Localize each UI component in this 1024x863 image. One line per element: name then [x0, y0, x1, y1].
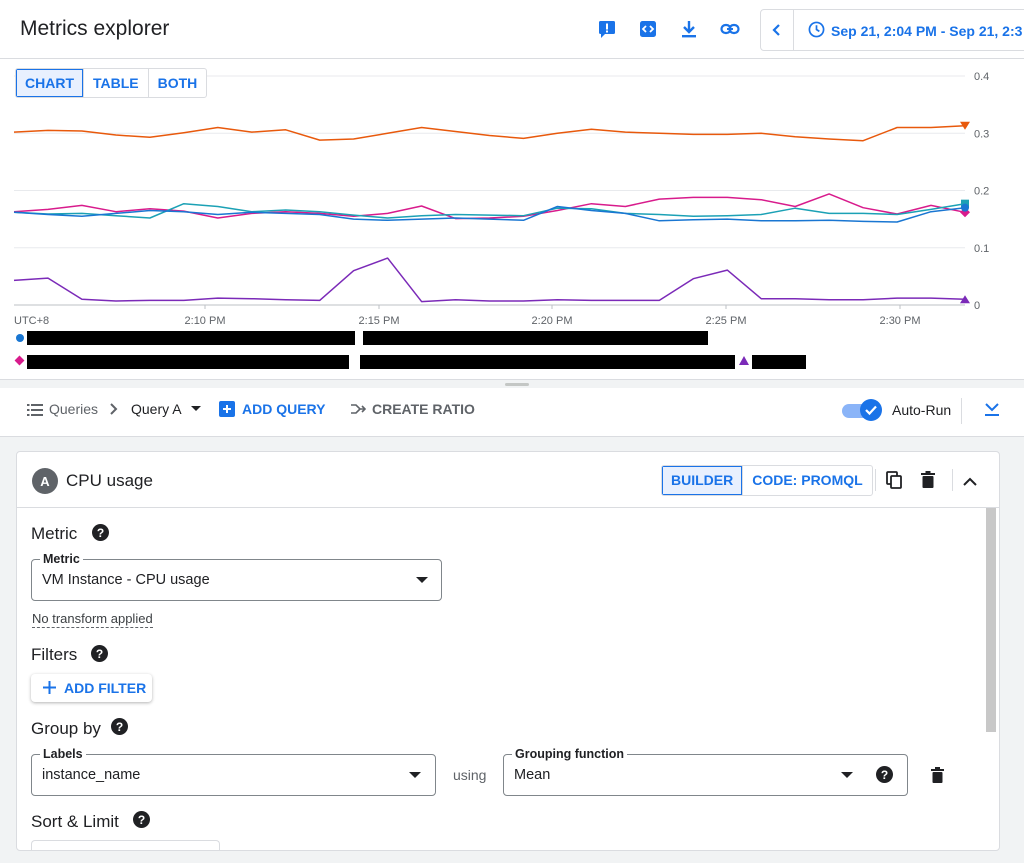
help-icon[interactable]: ? [92, 524, 109, 541]
help-icon[interactable]: ? [876, 766, 893, 783]
add-filter-label: ADD FILTER [64, 680, 147, 696]
queries-breadcrumb[interactable]: Queries [49, 401, 98, 417]
link-icon[interactable] [719, 18, 741, 40]
transform-link[interactable]: No transform applied [32, 611, 153, 628]
collapse-panel-icon[interactable] [983, 400, 1001, 423]
labels-value: instance_name [42, 767, 141, 783]
help-icon[interactable]: ? [111, 718, 128, 735]
auto-run-toggle[interactable] [842, 399, 882, 421]
query-title: CPU usage [66, 471, 153, 490]
check-icon [860, 399, 882, 421]
y-tick-label: 0 [974, 300, 980, 312]
code-promql-tab[interactable]: CODE: PROMQL [743, 466, 871, 495]
divider [875, 469, 876, 491]
query-card-header: A CPU usage BUILDER CODE: PROMQL [17, 452, 999, 508]
copy-icon[interactable] [886, 471, 902, 494]
help-icon[interactable]: ? [133, 811, 150, 828]
x-tick-label: UTC+8 [14, 315, 49, 327]
labels-select[interactable]: Labels instance_name [31, 747, 436, 796]
legend-label-redacted [360, 355, 735, 369]
legend-label-redacted [27, 331, 355, 345]
current-query-selector[interactable]: Query A [131, 401, 182, 417]
time-range-label: Sep 21, 2:04 PM - Sep 21, 2:3 [831, 23, 1023, 39]
x-tick-label: 2:30 PM [880, 315, 921, 327]
legend-marker-triangle [739, 356, 749, 365]
scrollbar-thumb[interactable] [986, 508, 996, 732]
plus-icon [43, 681, 56, 699]
legend-label-redacted [27, 355, 349, 369]
x-tick-label: 2:20 PM [532, 315, 573, 327]
metric-section-title: Metric [31, 524, 78, 543]
chevron-right-icon [108, 402, 118, 421]
chart-view-button[interactable]: CHART [16, 69, 84, 97]
grouping-field-label: Grouping function [512, 747, 628, 761]
builder-tab[interactable]: BUILDER [662, 466, 744, 495]
sort-limit-field-partial[interactable] [31, 840, 220, 850]
query-card: A CPU usage BUILDER CODE: PROMQL Metric … [16, 451, 1000, 851]
metric-select[interactable]: Metric VM Instance - CPU usage [31, 552, 442, 601]
grouping-function-select[interactable]: Grouping function Mean ? [503, 747, 908, 796]
both-view-button[interactable]: BOTH [149, 69, 207, 97]
query-bar: Queries Query A ADD QUERY CREATE RATIO A… [0, 388, 1024, 437]
metric-value: VM Instance - CPU usage [42, 572, 210, 588]
y-tick-label: 0.3 [974, 128, 989, 140]
y-tick-label: 0.1 [974, 243, 989, 255]
delete-icon[interactable] [931, 767, 944, 788]
dropdown-arrow-icon[interactable] [191, 406, 201, 411]
editor-mode-toggle[interactable]: BUILDER CODE: PROMQL [661, 465, 873, 496]
query-badge: A [32, 468, 58, 494]
sort-limit-section-title: Sort & Limit [31, 812, 119, 831]
dropdown-arrow-icon [841, 772, 853, 778]
filters-section-title: Filters [31, 645, 78, 664]
divider [952, 469, 953, 491]
legend-marker-circle [16, 334, 24, 342]
group-by-section-title: Group by [31, 719, 101, 738]
list-icon [27, 403, 43, 421]
merge-icon [350, 402, 367, 421]
using-text: using [453, 767, 487, 783]
add-filter-button[interactable]: ADD FILTER [31, 674, 152, 702]
delete-icon[interactable] [921, 471, 935, 493]
divider [961, 398, 962, 424]
dropdown-arrow-icon [416, 577, 428, 583]
series-end-marker [961, 203, 969, 212]
clock-icon [808, 21, 825, 43]
feedback-icon[interactable] [596, 18, 618, 40]
time-range-picker[interactable]: Sep 21, 2:04 PM - Sep 21, 2:3 [760, 9, 1024, 51]
x-tick-label: 2:15 PM [359, 315, 400, 327]
legend-label-redacted [363, 331, 708, 345]
grouping-value: Mean [514, 767, 551, 783]
table-view-button[interactable]: TABLE [84, 69, 149, 97]
code-icon[interactable] [637, 18, 659, 40]
y-tick-label: 0.4 [974, 71, 989, 83]
add-query-button[interactable]: ADD QUERY [242, 401, 326, 417]
create-ratio-button[interactable]: CREATE RATIO [372, 401, 475, 417]
y-tick-label: 0.2 [974, 186, 989, 198]
x-tick-label: 2:25 PM [706, 315, 747, 327]
resize-handle[interactable] [505, 383, 529, 386]
chevron-up-icon[interactable] [963, 474, 977, 492]
metric-field-label: Metric [40, 552, 83, 566]
view-toggle[interactable]: CHART TABLE BOTH [15, 68, 208, 98]
legend-label-redacted [752, 355, 806, 369]
auto-run-label: Auto-Run [892, 402, 952, 418]
chevron-left-icon[interactable] [761, 10, 794, 50]
page-title: Metrics explorer [20, 17, 170, 40]
x-tick-label: 2:10 PM [185, 315, 226, 327]
help-icon[interactable]: ? [91, 645, 108, 662]
series-line[interactable] [13, 257, 966, 303]
labels-field-label: Labels [40, 747, 86, 761]
dropdown-arrow-icon [409, 772, 421, 778]
page-header: Metrics explorer Sep 21, 2:04 PM - Sep 2… [0, 0, 1024, 59]
download-icon[interactable] [678, 18, 700, 40]
add-box-icon[interactable] [219, 401, 235, 417]
